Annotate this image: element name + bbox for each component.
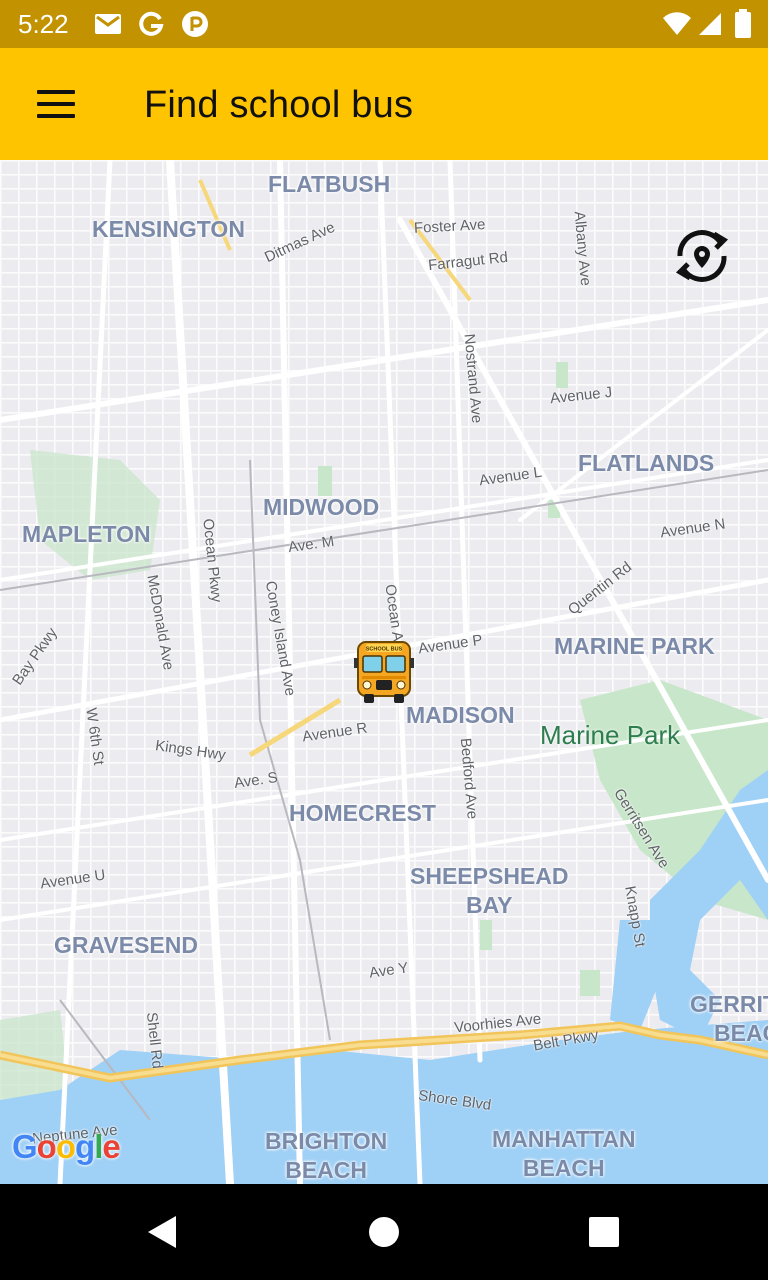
label-flatbush: FLATBUSH: [268, 171, 391, 197]
google-logo: Google: [12, 1128, 121, 1165]
label-gerritsen-line1: GERRIT: [690, 991, 768, 1017]
cell-signal-icon: [699, 13, 721, 35]
status-bar: 5:22: [0, 0, 768, 48]
location-refresh-icon: [675, 230, 729, 282]
status-time: 5:22: [18, 9, 69, 39]
label-sheepshead-bay: SHEEPSHEAD BAY: [410, 862, 568, 920]
label-brighton-beach: BRIGHTON BEACH: [265, 1127, 387, 1184]
recenter-button[interactable]: [666, 220, 738, 292]
label-mapleton: MAPLETON: [22, 521, 151, 547]
school-bus-marker[interactable]: SCHOOL BUS: [352, 638, 416, 704]
bus-sign: SCHOOL BUS: [366, 647, 403, 653]
recents-button[interactable]: [574, 1202, 634, 1262]
home-icon: [369, 1217, 399, 1247]
home-button[interactable]: [354, 1202, 414, 1262]
back-button[interactable]: [130, 1202, 190, 1262]
label-gerritsen-beach: GERRIT BEAC: [690, 990, 768, 1048]
wifi-icon: [663, 12, 691, 35]
app-notification-icon: [182, 11, 208, 37]
label-gravesend: GRAVESEND: [54, 932, 198, 958]
app-bar: Find school bus: [0, 48, 768, 160]
label-sheepshead-line2: BAY: [466, 892, 513, 918]
label-manhattan-line1: MANHATTAN: [492, 1126, 636, 1152]
google-icon: [139, 11, 164, 36]
label-brighton-line2: BEACH: [285, 1157, 368, 1183]
label-midwood: MIDWOOD: [263, 494, 380, 520]
label-marine-park: MARINE PARK: [554, 633, 715, 659]
navigation-bar: [0, 1184, 768, 1280]
recents-icon: [589, 1217, 619, 1247]
label-sheepshead-line1: SHEEPSHEAD: [410, 863, 569, 889]
label-flatlands: FLATLANDS: [578, 450, 715, 476]
back-icon: [148, 1216, 176, 1248]
school-bus-icon: SCHOOL BUS: [354, 641, 414, 703]
battery-icon: [735, 9, 751, 38]
label-gerritsen-line2: BEAC: [714, 1020, 768, 1046]
menu-button[interactable]: [28, 78, 84, 130]
label-manhattan-beach: MANHATTAN BEACH: [492, 1125, 636, 1183]
label-kensington: KENSINGTON: [92, 216, 245, 242]
label-madison: MADISON: [406, 702, 515, 728]
label-homecrest: HOMECREST: [289, 800, 436, 826]
gmail-icon: [95, 14, 121, 34]
page-title: Find school bus: [144, 84, 414, 126]
label-manhattan-line2: BEACH: [522, 1155, 605, 1181]
map-view[interactable]: FLATBUSH KENSINGTON FLATLANDS MIDWOOD MA…: [0, 160, 768, 1184]
label-brighton-line1: BRIGHTON: [265, 1128, 388, 1154]
label-marine-park-green: Marine Park: [540, 720, 681, 750]
